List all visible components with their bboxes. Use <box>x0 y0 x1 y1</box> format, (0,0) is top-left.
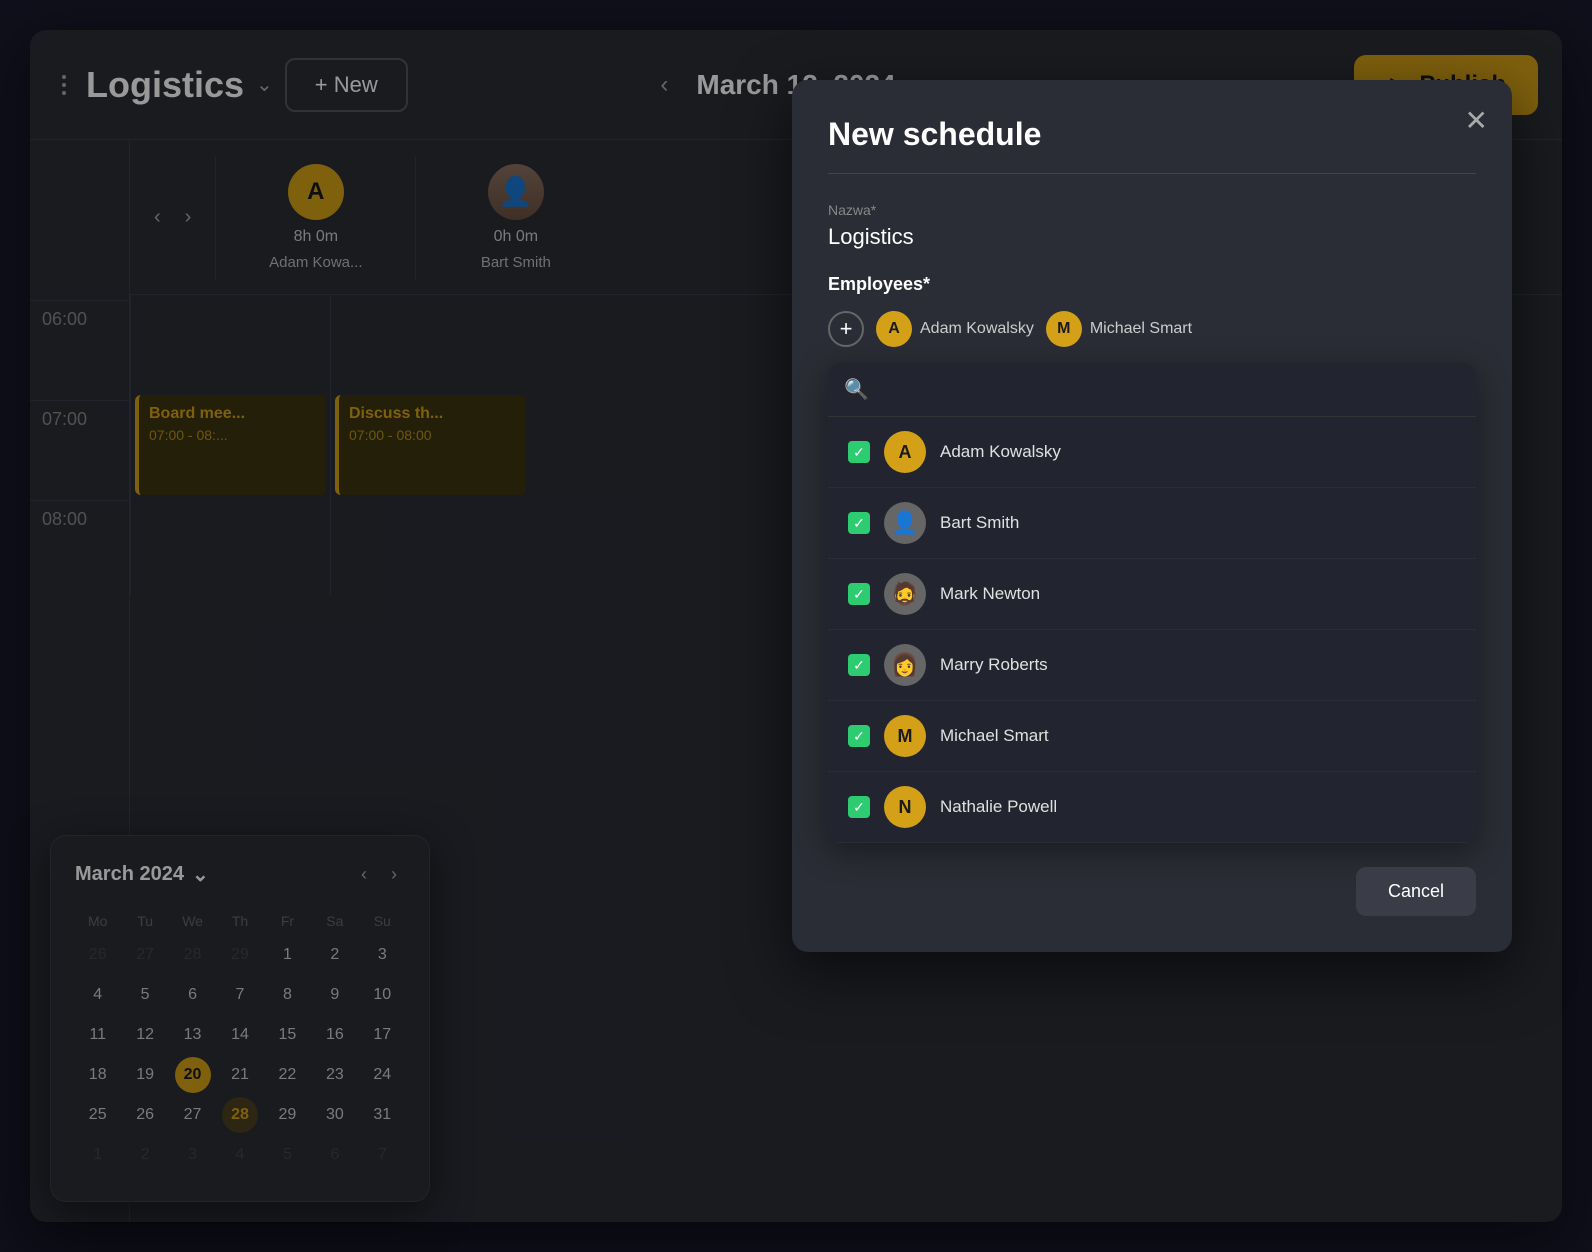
selected-avatar-adam: A <box>876 311 912 347</box>
drop-avatar-marry: 👩 <box>884 644 926 686</box>
drop-name-mark: Mark Newton <box>940 584 1456 604</box>
name-field-label: Nazwa* <box>828 202 1476 218</box>
name-field-group: Nazwa* Logistics <box>828 202 1476 250</box>
selected-employee-adam: A Adam Kowalsky <box>876 311 1034 347</box>
employees-selected-list: + A Adam Kowalsky M Michael Smart <box>828 311 1476 347</box>
new-schedule-modal: New schedule ✕ Nazwa* Logistics Employee… <box>792 80 1512 952</box>
selected-name-adam: Adam Kowalsky <box>920 320 1034 338</box>
dropdown-item-mark[interactable]: ✓ 🧔 Mark Newton <box>828 559 1476 630</box>
check-nathalie[interactable]: ✓ <box>848 796 870 818</box>
search-icon: 🔍 <box>844 377 869 402</box>
check-michael[interactable]: ✓ <box>848 725 870 747</box>
selected-name-michael: Michael Smart <box>1090 320 1192 338</box>
check-mark[interactable]: ✓ <box>848 583 870 605</box>
dropdown-item-adam[interactable]: ✓ A Adam Kowalsky <box>828 417 1476 488</box>
drop-avatar-adam: A <box>884 431 926 473</box>
dropdown-item-marry[interactable]: ✓ 👩 Marry Roberts <box>828 630 1476 701</box>
check-adam[interactable]: ✓ <box>848 441 870 463</box>
search-input-row: 🔍 <box>828 363 1476 417</box>
drop-avatar-bart: 👤 <box>884 502 926 544</box>
drop-name-nathalie: Nathalie Powell <box>940 797 1456 817</box>
drop-avatar-michael: M <box>884 715 926 757</box>
modal-title: New schedule <box>828 116 1476 153</box>
name-field-value: Logistics <box>828 224 914 249</box>
search-input[interactable] <box>879 379 1460 400</box>
drop-avatar-nathalie: N <box>884 786 926 828</box>
dropdown-item-nathalie[interactable]: ✓ N Nathalie Powell <box>828 772 1476 843</box>
employee-dropdown: 🔍 ✓ A Adam Kowalsky ✓ 👤 Bart Smith <box>828 363 1476 843</box>
modal-footer: Cancel <box>828 867 1476 916</box>
selected-avatar-michael: M <box>1046 311 1082 347</box>
cancel-button[interactable]: Cancel <box>1356 867 1476 916</box>
modal-divider <box>828 173 1476 174</box>
drop-name-michael: Michael Smart <box>940 726 1456 746</box>
check-bart[interactable]: ✓ <box>848 512 870 534</box>
modal-overlay: New schedule ✕ Nazwa* Logistics Employee… <box>0 0 1592 1252</box>
check-marry[interactable]: ✓ <box>848 654 870 676</box>
selected-employee-michael: M Michael Smart <box>1046 311 1192 347</box>
employees-field-group: Employees* + A Adam Kowalsky M Michael S… <box>828 274 1476 843</box>
dropdown-item-michael[interactable]: ✓ M Michael Smart <box>828 701 1476 772</box>
dropdown-item-bart[interactable]: ✓ 👤 Bart Smith <box>828 488 1476 559</box>
modal-close-button[interactable]: ✕ <box>1465 104 1488 137</box>
drop-name-marry: Marry Roberts <box>940 655 1456 675</box>
drop-avatar-mark: 🧔 <box>884 573 926 615</box>
drop-name-adam: Adam Kowalsky <box>940 442 1456 462</box>
employees-section-label: Employees* <box>828 274 1476 295</box>
add-employee-button[interactable]: + <box>828 311 864 347</box>
drop-name-bart: Bart Smith <box>940 513 1456 533</box>
